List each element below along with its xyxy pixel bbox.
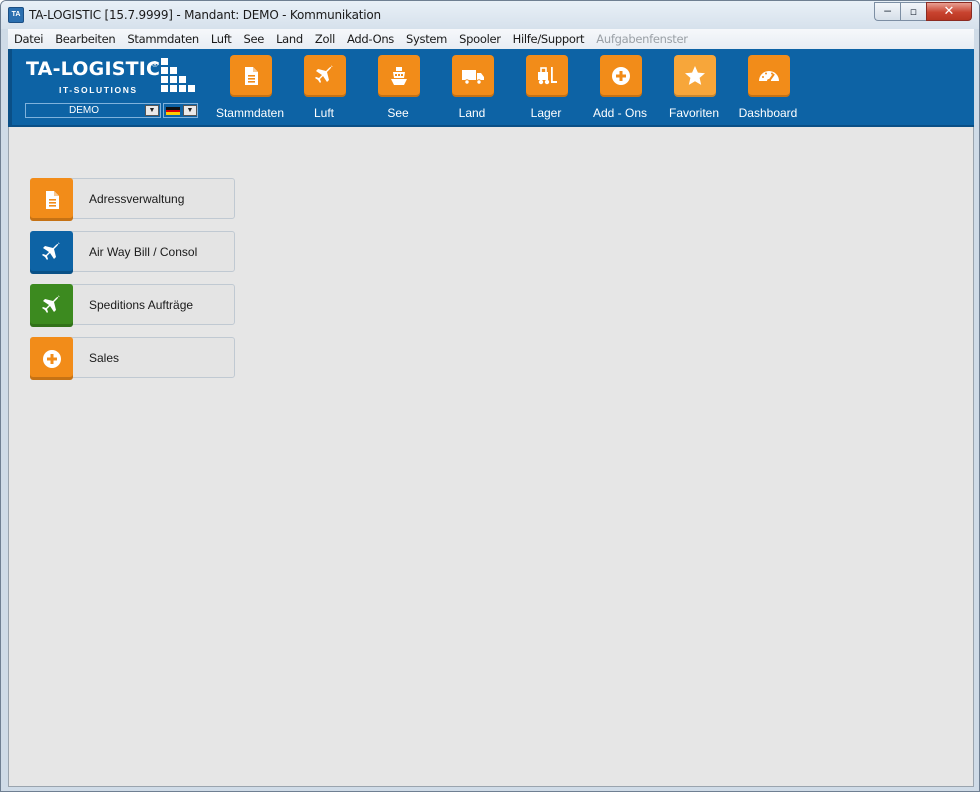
ribbon-edge: [8, 49, 12, 125]
menu-system[interactable]: System: [406, 32, 447, 46]
menu-bar: Datei Bearbeiten Stammdaten Luft See Lan…: [8, 29, 974, 49]
nav-lager[interactable]: Lager: [509, 54, 583, 120]
menu-spooler[interactable]: Spooler: [459, 32, 501, 46]
favorite-sales[interactable]: Sales: [30, 337, 235, 380]
mandant-value: DEMO: [69, 105, 99, 116]
nav-land[interactable]: Land: [435, 54, 509, 120]
star-icon: [674, 55, 716, 97]
mandant-dropdown-arrow-icon[interactable]: ▼: [145, 105, 159, 116]
airplane-icon: [30, 231, 73, 274]
menu-bearbeiten[interactable]: Bearbeiten: [55, 32, 115, 46]
menu-luft[interactable]: Luft: [211, 32, 232, 46]
airplane-icon: [30, 284, 73, 327]
maximize-button[interactable]: ▫: [900, 2, 926, 21]
company-logo: TA-LOGISTIC ® IT-SOLUTIONS: [26, 58, 201, 106]
window-controls: ─ ▫ ✕: [874, 2, 972, 21]
menu-hilfe-support[interactable]: Hilfe/Support: [513, 32, 585, 46]
menu-stammdaten[interactable]: Stammdaten: [127, 32, 199, 46]
favorites-panel: Adressverwaltung Air Way Bill / Consol S…: [8, 127, 974, 787]
logo-name: TA-LOGISTIC: [26, 58, 161, 80]
title-bar[interactable]: TA TA-LOGISTIC [15.7.9999] - Mandant: DE…: [1, 1, 979, 29]
german-flag-icon: [166, 107, 180, 115]
gauge-icon: [748, 55, 790, 97]
mandant-select[interactable]: DEMO ▼: [25, 103, 161, 118]
app-window: TA TA-LOGISTIC [15.7.9999] - Mandant: DE…: [0, 0, 980, 792]
favorite-label: Sales: [89, 351, 120, 365]
favorite-air-way-bill[interactable]: Air Way Bill / Consol: [30, 231, 235, 274]
menu-land[interactable]: Land: [276, 32, 303, 46]
truck-icon: [452, 55, 494, 97]
minimize-button[interactable]: ─: [874, 2, 900, 21]
menu-add-ons[interactable]: Add-Ons: [347, 32, 394, 46]
nav-luft[interactable]: Luft: [287, 54, 361, 120]
menu-datei[interactable]: Datei: [14, 32, 43, 46]
menu-see[interactable]: See: [244, 32, 265, 46]
document-icon: [30, 178, 73, 221]
language-dropdown-arrow-icon[interactable]: ▼: [183, 105, 197, 116]
favorite-speditions-auftraege[interactable]: Speditions Aufträge: [30, 284, 235, 327]
logo-registered-mark: ®: [152, 60, 158, 69]
window-title: TA-LOGISTIC [15.7.9999] - Mandant: DEMO …: [29, 8, 381, 22]
app-icon[interactable]: TA: [8, 7, 24, 23]
logo-subtitle: IT-SOLUTIONS: [59, 85, 138, 95]
nav-add-ons[interactable]: Add - Ons: [583, 54, 657, 120]
document-icon: [230, 55, 272, 97]
close-button[interactable]: ✕: [926, 2, 972, 21]
main-ribbon: TA-LOGISTIC ® IT-SOLUTIONS DEMO ▼ ▼ Stam…: [8, 49, 974, 127]
favorite-label: Air Way Bill / Consol: [89, 245, 198, 259]
nav-label: Dashboard: [738, 106, 798, 120]
nav-see[interactable]: See: [361, 54, 435, 120]
logo-blocks-icon: [161, 58, 201, 98]
forklift-icon: [526, 55, 568, 97]
plus-circle-icon: [30, 337, 73, 380]
ship-icon: [378, 55, 420, 97]
favorite-adressverwaltung[interactable]: Adressverwaltung: [30, 178, 235, 221]
plus-circle-icon: [600, 55, 642, 97]
favorite-label: Adressverwaltung: [89, 192, 185, 206]
nav-dashboard[interactable]: Dashboard: [731, 54, 805, 120]
menu-aufgabenfenster: Aufgabenfenster: [596, 32, 688, 46]
menu-zoll[interactable]: Zoll: [315, 32, 335, 46]
nav-stammdaten[interactable]: Stammdaten: [213, 54, 287, 120]
favorite-label: Speditions Aufträge: [89, 298, 194, 312]
language-select[interactable]: ▼: [163, 103, 198, 118]
nav-favoriten[interactable]: Favoriten: [657, 54, 731, 120]
airplane-icon: [304, 55, 346, 97]
